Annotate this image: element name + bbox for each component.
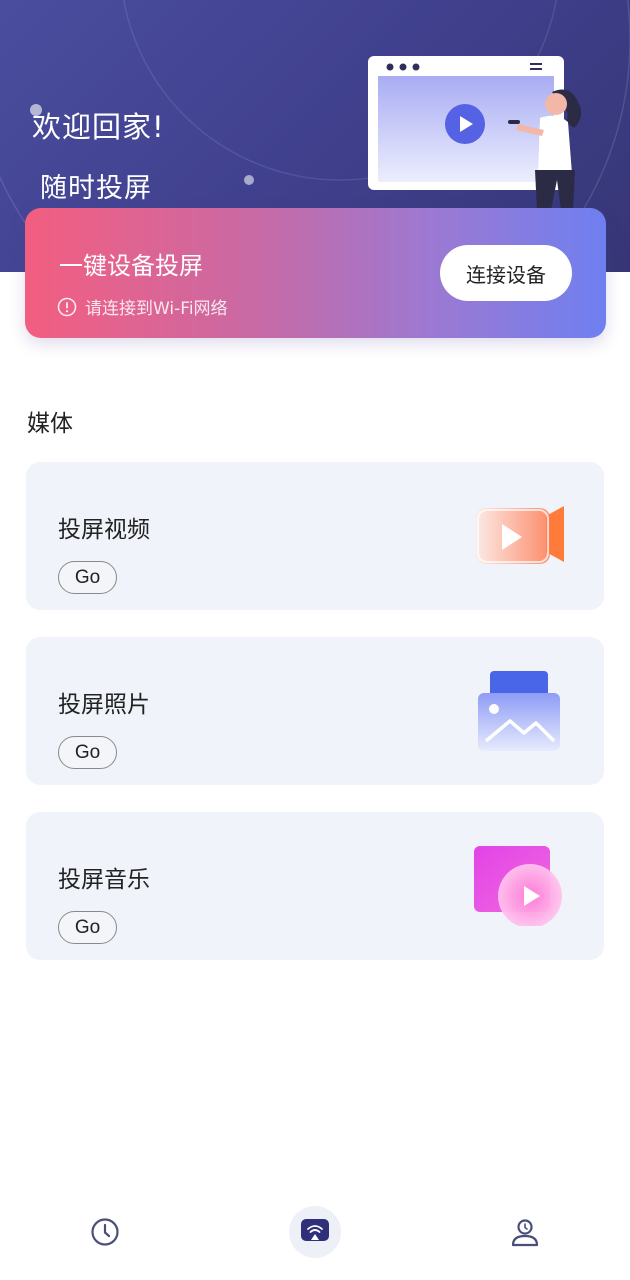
nav-history[interactable] (79, 1206, 131, 1258)
welcome-subtitle: 随时投屏 (40, 173, 152, 204)
media-section-title: 媒体 (27, 411, 73, 437)
wifi-warning-text: 请连接到Wi-Fi网络 (85, 299, 228, 319)
cast-video-card[interactable]: 投屏视频 Go (26, 462, 604, 610)
music-play-icon (474, 846, 562, 926)
profile-icon (511, 1219, 539, 1247)
cast-photo-card[interactable]: 投屏照片 Go (26, 637, 604, 785)
video-camera-icon (476, 506, 564, 564)
wifi-warning: 请连接到Wi-Fi网络 (57, 294, 228, 319)
cast-icon (301, 1219, 329, 1241)
connect-card-title: 一键设备投屏 (59, 252, 203, 280)
cast-video-label: 投屏视频 (58, 517, 150, 543)
cast-video-go-button[interactable]: Go (58, 561, 117, 594)
connect-device-card: 一键设备投屏 请连接到Wi-Fi网络 连接设备 (25, 208, 606, 338)
connect-device-button[interactable]: 连接设备 (440, 245, 572, 301)
photo-icon (478, 671, 560, 751)
cast-photo-go-button[interactable]: Go (58, 736, 117, 769)
warning-icon (57, 297, 77, 316)
nav-cast[interactable] (289, 1206, 341, 1258)
bottom-navigation (0, 1190, 630, 1280)
clock-icon (91, 1218, 119, 1246)
cast-photo-label: 投屏照片 (58, 692, 150, 718)
nav-profile[interactable] (499, 1206, 551, 1258)
screen-illustration (368, 56, 564, 190)
welcome-title: 欢迎回家! (32, 110, 165, 144)
cast-music-card[interactable]: 投屏音乐 Go (26, 812, 604, 960)
cast-music-go-button[interactable]: Go (58, 911, 117, 944)
cast-music-label: 投屏音乐 (58, 867, 150, 893)
